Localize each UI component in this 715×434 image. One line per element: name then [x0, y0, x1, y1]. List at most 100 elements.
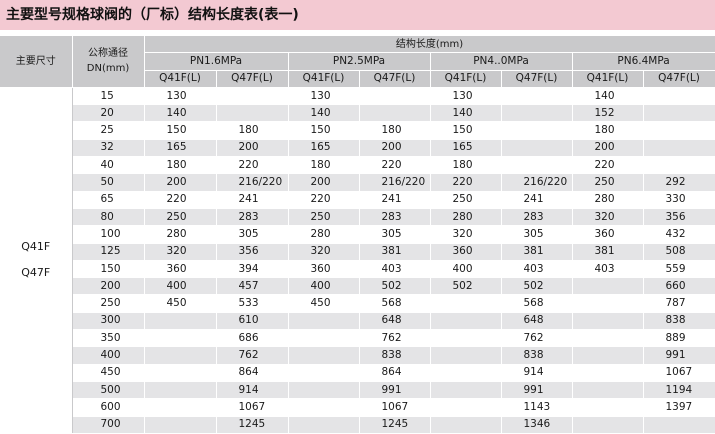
dn-cell: 400 — [72, 346, 145, 365]
length-cell: 648 — [501, 312, 573, 331]
length-cell: 150 — [288, 121, 360, 140]
length-cell — [572, 364, 644, 382]
length-cell — [430, 294, 502, 313]
length-cell — [430, 398, 502, 417]
length-cell: 216/220 — [216, 173, 289, 192]
length-cell — [501, 156, 573, 175]
length-cell: 838 — [643, 312, 715, 331]
length-cell — [288, 346, 360, 365]
length-cell: 180 — [144, 156, 217, 175]
length-cell: 403 — [572, 260, 644, 279]
dn-cell: 250 — [72, 294, 145, 313]
main-size-header: 主要尺寸 — [0, 36, 73, 88]
length-cell: 394 — [216, 260, 289, 279]
length-cell — [572, 381, 644, 400]
length-cell — [501, 104, 573, 123]
length-cell: 280 — [572, 191, 644, 209]
length-cell: 250 — [288, 208, 360, 227]
table-row: 250 450 533 450 568 568 787 — [0, 294, 715, 313]
pressure-class-header: PN2.5MPa — [288, 52, 431, 71]
length-cell: 220 — [572, 156, 644, 175]
length-cell — [430, 381, 502, 400]
table-body: Q41F Q47F 15 130 130 130 140 20 140 140 140 152 25 15… — [0, 87, 715, 434]
length-cell: 1143 — [501, 398, 573, 417]
header-row-1: 主要尺寸 公称通径 DN(mm) 结构长度(mm) — [0, 36, 715, 88]
length-cell: 150 — [430, 121, 502, 140]
length-cell — [643, 87, 715, 106]
length-cell: 502 — [430, 277, 502, 296]
length-cell: 533 — [216, 294, 289, 313]
length-cell: 305 — [216, 225, 289, 244]
length-cell: 200 — [572, 139, 644, 158]
length-cell — [501, 139, 573, 158]
dn-cell: 700 — [72, 416, 145, 434]
model-header: Q41F(L) — [572, 70, 644, 88]
length-cell — [501, 121, 573, 140]
length-cell: 450 — [288, 294, 360, 313]
nominal-bore-header-line1: 公称通径 — [88, 48, 128, 60]
length-cell: 130 — [288, 87, 360, 106]
pressure-class-header: PN6.4MPa — [572, 52, 715, 71]
model-header: Q41F(L) — [430, 70, 502, 88]
length-cell: 241 — [359, 191, 431, 209]
length-cell: 559 — [643, 260, 715, 279]
length-cell: 250 — [572, 173, 644, 192]
length-cell — [216, 87, 289, 106]
length-cell — [144, 312, 217, 331]
model-label: Q41F — [21, 240, 51, 254]
length-cell: 762 — [216, 346, 289, 365]
dn-cell: 32 — [72, 139, 145, 158]
length-cell — [288, 381, 360, 400]
nominal-bore-header: 公称通径 DN(mm) — [72, 36, 145, 88]
dn-cell: 450 — [72, 364, 145, 382]
model-header: Q47F(L) — [643, 70, 715, 88]
dn-cell: 200 — [72, 277, 145, 296]
length-cell: 914 — [501, 364, 573, 382]
table-row: Q41F Q47F 15 130 130 130 140 — [0, 87, 715, 434]
length-cell — [359, 104, 431, 123]
length-cell — [572, 294, 644, 313]
model-label-cell: Q41F Q47F — [0, 87, 73, 434]
length-cell — [430, 416, 502, 434]
length-cell: 457 — [216, 277, 289, 296]
model-header: Q47F(L) — [216, 70, 289, 88]
model-header: Q47F(L) — [501, 70, 573, 88]
length-cell: 200 — [144, 173, 217, 192]
length-cell: 150 — [144, 121, 217, 140]
length-cell: 762 — [501, 329, 573, 348]
length-cell: 610 — [216, 312, 289, 331]
length-cell: 1067 — [216, 398, 289, 417]
length-cell: 400 — [288, 277, 360, 296]
table-row: 80 250 283 250 283 280 283 320 356 — [0, 208, 715, 227]
length-cell — [144, 381, 217, 400]
length-cell: 787 — [643, 294, 715, 313]
dn-cell: 25 — [72, 121, 145, 140]
dn-cell: 500 — [72, 381, 145, 400]
length-cell — [572, 416, 644, 434]
table-row: 40 180 220 180 220 180 220 — [0, 156, 715, 175]
length-cell: 360 — [572, 225, 644, 244]
length-cell: 381 — [501, 243, 573, 261]
dn-cell: 150 — [72, 260, 145, 279]
length-cell: 991 — [643, 346, 715, 365]
length-cell: 762 — [359, 329, 431, 348]
pressure-class-header: PN1.6MPa — [144, 52, 289, 71]
dn-cell: 125 — [72, 243, 145, 261]
length-cell: 140 — [144, 104, 217, 123]
table-row: 50 200 216/220 200 216/220 220 216/220 250 292 — [0, 173, 715, 192]
length-cell — [144, 329, 217, 348]
length-cell — [643, 139, 715, 158]
length-cell: 450 — [144, 294, 217, 313]
length-cell: 356 — [216, 243, 289, 261]
model-header: Q47F(L) — [359, 70, 431, 88]
length-cell: 360 — [144, 260, 217, 279]
length-cell: 403 — [359, 260, 431, 279]
length-cell: 400 — [144, 277, 217, 296]
length-cell: 220 — [359, 156, 431, 175]
length-cell — [643, 121, 715, 140]
length-cell: 400 — [430, 260, 502, 279]
length-cell: 165 — [288, 139, 360, 158]
length-cell: 1346 — [501, 416, 573, 434]
table-row: 200 400 457 400 502 502 502 660 — [0, 277, 715, 296]
length-cell: 320 — [572, 208, 644, 227]
